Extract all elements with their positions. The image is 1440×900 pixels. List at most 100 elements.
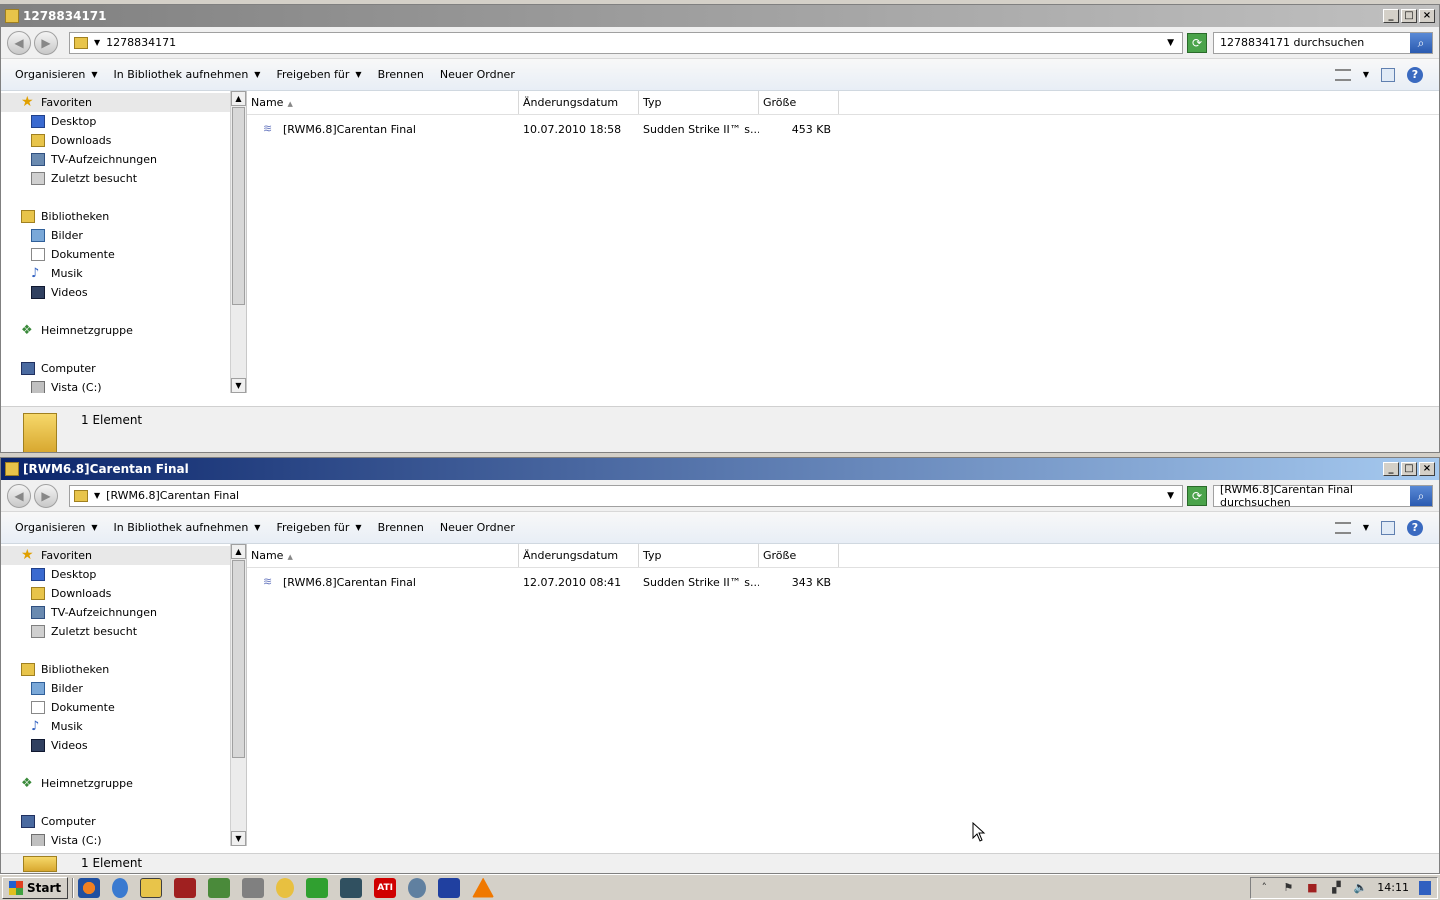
address-bar[interactable]: ▼ 1278834171 ▼: [69, 31, 1183, 54]
ie-icon[interactable]: [112, 877, 129, 898]
nav-computer[interactable]: Computer: [1, 359, 246, 378]
column-date[interactable]: Änderungsdatum: [519, 544, 639, 567]
search-input[interactable]: 1278834171 durchsuchen ⌕: [1213, 31, 1433, 54]
column-name[interactable]: Name ▲: [247, 91, 519, 114]
view-dropdown-icon[interactable]: ▼: [1363, 70, 1369, 79]
nav-videos[interactable]: Videos: [1, 736, 246, 755]
nav-libraries[interactable]: Bibliotheken: [1, 207, 246, 226]
preview-pane-icon[interactable]: [1381, 520, 1395, 535]
view-dropdown-icon[interactable]: ▼: [1363, 523, 1369, 532]
address-dropdown-icon[interactable]: ▼: [1167, 491, 1174, 501]
nav-favorites[interactable]: ★ Favoriten: [1, 546, 246, 565]
scroll-up-icon[interactable]: ▲: [231, 544, 246, 559]
scroll-thumb[interactable]: [232, 107, 245, 305]
view-options-icon[interactable]: [1334, 521, 1351, 534]
clock[interactable]: 14:11: [1377, 881, 1409, 894]
minimize-button[interactable]: _: [1383, 462, 1399, 476]
vlc-icon[interactable]: [472, 877, 495, 898]
scroll-thumb[interactable]: [232, 560, 245, 758]
column-type[interactable]: Typ: [639, 544, 759, 567]
title-bar[interactable]: 1278834171 _ □ ×: [1, 5, 1439, 27]
column-date[interactable]: Änderungsdatum: [519, 91, 639, 114]
close-button[interactable]: ×: [1419, 9, 1435, 23]
search-input[interactable]: [RWM6.8]Carentan Final durchsuchen ⌕: [1213, 483, 1433, 509]
network-signal-icon[interactable]: ▞: [1329, 881, 1343, 895]
search-placeholder[interactable]: 1278834171 durchsuchen: [1220, 36, 1410, 49]
breadcrumb-arrow-icon[interactable]: ▼: [94, 38, 100, 47]
help-icon[interactable]: ?: [1407, 66, 1423, 83]
view-options-icon[interactable]: [1334, 68, 1351, 81]
app-face-icon[interactable]: [276, 877, 295, 898]
maximize-button[interactable]: □: [1401, 9, 1417, 23]
close-button[interactable]: ×: [1419, 462, 1435, 476]
back-button[interactable]: ◀: [7, 483, 31, 508]
column-name[interactable]: Name ▲: [247, 544, 519, 567]
app-red-icon[interactable]: [174, 877, 197, 898]
search-placeholder[interactable]: [RWM6.8]Carentan Final durchsuchen: [1220, 483, 1410, 509]
share-button[interactable]: Freigeben für ▼: [268, 68, 369, 81]
title-bar[interactable]: [RWM6.8]Carentan Final _ □ ×: [1, 458, 1439, 480]
security-icon[interactable]: ■: [1305, 881, 1319, 895]
organize-button[interactable]: Organisieren ▼: [7, 68, 105, 81]
nav-desktop[interactable]: Desktop: [1, 565, 246, 584]
nav-homegroup[interactable]: ❖ Heimnetzgruppe: [1, 774, 246, 793]
nav-favorites[interactable]: ★ Favoriten: [1, 93, 246, 112]
app-monitor-icon[interactable]: [340, 877, 363, 898]
column-size[interactable]: Größe: [759, 544, 839, 567]
address-path[interactable]: [RWM6.8]Carentan Final: [106, 489, 1167, 502]
refresh-icon[interactable]: ⟳: [1187, 32, 1207, 53]
scroll-up-icon[interactable]: ▲: [231, 91, 246, 106]
file-row[interactable]: ≋ [RWM6.8]Carentan Final 12.07.2010 08:41…: [247, 572, 1439, 592]
nav-computer[interactable]: Computer: [1, 812, 246, 831]
firefox-icon[interactable]: [78, 877, 101, 898]
maximize-button[interactable]: □: [1401, 462, 1417, 476]
nav-downloads[interactable]: Downloads: [1, 131, 246, 150]
app-clover-icon[interactable]: [306, 877, 329, 898]
scroll-down-icon[interactable]: ▼: [231, 378, 246, 393]
volume-icon[interactable]: 🔈: [1353, 881, 1367, 895]
search-icon[interactable]: ⌕: [1410, 32, 1432, 53]
nav-music[interactable]: ♪ Musik: [1, 717, 246, 736]
include-library-button[interactable]: In Bibliothek aufnehmen ▼: [105, 521, 268, 534]
app-blue-icon[interactable]: [438, 877, 461, 898]
nav-pictures[interactable]: Bilder: [1, 226, 246, 245]
nav-downloads[interactable]: Downloads: [1, 584, 246, 603]
breadcrumb-arrow-icon[interactable]: ▼: [94, 491, 100, 500]
file-row[interactable]: ≋ [RWM6.8]Carentan Final 10.07.2010 18:58…: [247, 119, 1439, 139]
help-icon[interactable]: ?: [1407, 519, 1423, 536]
forward-button[interactable]: ▶: [34, 483, 58, 508]
nav-libraries[interactable]: Bibliotheken: [1, 660, 246, 679]
nav-drive-c[interactable]: Vista (C:): [1, 831, 246, 846]
nav-drive-c[interactable]: Vista (C:): [1, 378, 246, 393]
share-button[interactable]: Freigeben für ▼: [268, 521, 369, 534]
nav-videos[interactable]: Videos: [1, 283, 246, 302]
nav-tv-recordings[interactable]: TV-Aufzeichnungen: [1, 603, 246, 622]
column-size[interactable]: Größe: [759, 91, 839, 114]
nav-scrollbar[interactable]: ▲ ▼: [230, 91, 246, 393]
search-icon[interactable]: ⌕: [1410, 485, 1432, 506]
nav-documents[interactable]: Dokumente: [1, 245, 246, 264]
nav-music[interactable]: ♪ Musik: [1, 264, 246, 283]
show-hidden-icons-icon[interactable]: ˄: [1257, 881, 1271, 895]
back-button[interactable]: ◀: [7, 30, 31, 55]
app-gear-icon[interactable]: [242, 877, 265, 898]
app-wave-icon[interactable]: [408, 877, 427, 898]
nav-scrollbar[interactable]: ▲ ▼: [230, 544, 246, 846]
address-path[interactable]: 1278834171: [106, 36, 1167, 49]
nav-recent[interactable]: Zuletzt besucht: [1, 622, 246, 641]
nav-desktop[interactable]: Desktop: [1, 112, 246, 131]
app-map-icon[interactable]: [208, 877, 231, 898]
new-folder-button[interactable]: Neuer Ordner: [432, 68, 523, 81]
start-button[interactable]: Start: [2, 876, 69, 899]
burn-button[interactable]: Brennen: [370, 521, 432, 534]
preview-pane-icon[interactable]: [1381, 67, 1395, 82]
nav-documents[interactable]: Dokumente: [1, 698, 246, 717]
new-folder-button[interactable]: Neuer Ordner: [432, 521, 523, 534]
nav-homegroup[interactable]: ❖ Heimnetzgruppe: [1, 321, 246, 340]
scroll-down-icon[interactable]: ▼: [231, 831, 246, 846]
nav-recent[interactable]: Zuletzt besucht: [1, 169, 246, 188]
column-type[interactable]: Typ: [639, 91, 759, 114]
ati-icon[interactable]: ATI: [374, 877, 397, 898]
minimize-button[interactable]: _: [1383, 9, 1399, 23]
burn-button[interactable]: Brennen: [370, 68, 432, 81]
